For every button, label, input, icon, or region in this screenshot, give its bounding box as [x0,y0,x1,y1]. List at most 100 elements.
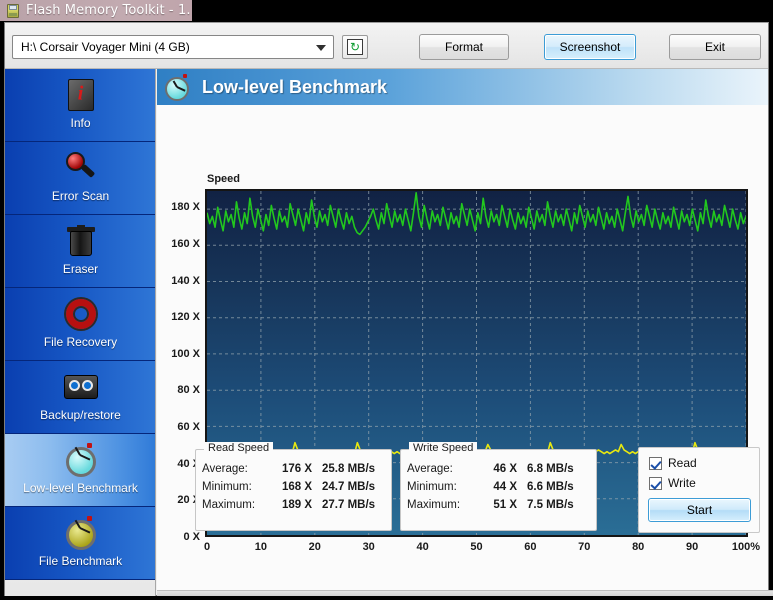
y-tick-label: 80 X [177,384,200,397]
statistics-area: Read Speed Average: 176 X 25.8 MB/s Mini… [157,437,768,537]
magnifier-icon [60,148,102,188]
sidebar-item-label: Info [70,116,91,130]
window-title: Flash Memory Toolkit - 1. [26,3,191,18]
table-row: Minimum: 168 X 24.7 MB/s [202,478,375,496]
read-speed-group: Read Speed Average: 176 X 25.8 MB/s Mini… [195,442,392,531]
x-tick-label: 0 [203,541,211,553]
x-tick-label: 10 [254,541,268,553]
stopwatch-cyan-icon [165,73,191,101]
life-ring-icon [60,294,102,334]
x-tick-label: 70 [578,541,591,553]
content-panel: Low-level Benchmark Speed 0 X 20 X 40 X 60 … [157,69,773,596]
status-bar [157,590,773,596]
flash-drive-icon [6,3,20,18]
read-checkbox-row[interactable]: Read [649,456,697,470]
y-tick-label: 60 X [177,421,200,434]
refresh-button[interactable]: ↻ [342,35,368,59]
row-label: Average: [202,463,248,475]
start-button[interactable]: Start [648,498,751,522]
row-label: Maximum: [407,499,461,511]
application-window: Flash Memory Toolkit - 1. H:\ Corsair Vo… [0,0,773,600]
x-tick-label: 30 [362,541,375,553]
y-tick-label: 120 X [171,311,200,324]
sidebar-item-error-scan[interactable]: Error Scan [5,142,155,215]
write-checkbox[interactable] [649,476,662,490]
sidebar-item-label: File Recovery [43,335,118,349]
screenshot-button[interactable]: Screenshot [544,34,636,60]
stopwatch-yellow-icon [60,513,102,553]
sidebar-item-low-level-benchmark[interactable]: Low-level Benchmark [5,434,155,507]
write-speed-legend: Write Speed [409,442,478,454]
row-mbs-value: 25.8 MB/s [322,463,376,475]
panel-header: Low-level Benchmark [157,69,768,105]
sidebar-item-label: File Benchmark [38,554,123,568]
read-checkbox-label: Read [668,456,697,470]
sidebar-item-backup-restore[interactable]: Backup/restore [5,361,155,434]
chevron-down-icon [316,45,326,51]
x-tick-label: 80 [632,541,645,553]
format-button[interactable]: Format [419,34,509,60]
table-row: Average: 46 X 6.8 MB/s [407,460,574,478]
cassette-tape-icon [60,367,102,407]
y-tick-label: 180 X [171,201,200,214]
write-checkbox-row[interactable]: Write [649,476,696,490]
x-tick-label: 100% [731,541,761,553]
y-tick-label: 160 X [171,237,200,250]
row-x-value: 189 X [281,499,312,511]
row-label: Minimum: [202,481,252,493]
drive-select-dropdown[interactable]: H:\ Corsair Voyager Mini (4 GB) [12,35,334,59]
toolbar: H:\ Corsair Voyager Mini (4 GB) ↻ Format… [5,23,768,69]
read-checkbox[interactable] [649,456,662,470]
stopwatch-cyan-icon [60,440,102,480]
row-mbs-value: 27.7 MB/s [322,499,376,511]
info-document-icon [60,75,102,115]
sidebar: Info Error Scan Eraser File Recovery [5,69,156,596]
x-tick-label: 50 [470,541,483,553]
x-tick-label: 20 [308,541,321,553]
main-window: H:\ Corsair Voyager Mini (4 GB) ↻ Format… [4,22,773,596]
table-row: Maximum: 51 X 7.5 MB/s [407,496,574,514]
row-x-value: 51 X [493,499,517,511]
x-tick-label: 90 [685,541,699,553]
sidebar-item-file-benchmark[interactable]: File Benchmark [5,507,155,580]
read-speed-table: Average: 176 X 25.8 MB/s Minimum: 168 X … [202,460,375,514]
row-mbs-value: 6.6 MB/s [527,481,574,493]
sidebar-item-label: Backup/restore [40,408,121,422]
row-x-value: 46 X [493,463,517,475]
exit-button[interactable]: Exit [669,34,761,60]
sidebar-item-info[interactable]: Info [5,69,155,142]
sidebar-item-label: Error Scan [51,189,110,203]
row-mbs-value: 7.5 MB/s [527,499,574,511]
drive-select-value: H:\ Corsair Voyager Mini (4 GB) [21,40,190,54]
run-controls: Read Write Start [638,447,760,533]
table-row: Average: 176 X 25.8 MB/s [202,460,375,478]
chart-x-tick-labels: 0 10 20 30 40 50 60 70 80 90 100% [157,541,768,557]
sidebar-item-label: Eraser [62,262,99,276]
row-mbs-value: 24.7 MB/s [322,481,376,493]
y-tick-label: 140 X [171,274,200,287]
table-row: Minimum: 44 X 6.6 MB/s [407,478,574,496]
x-tick-label: 60 [524,541,537,553]
write-speed-group: Write Speed Average: 46 X 6.8 MB/s Minim… [400,442,597,531]
row-label: Maximum: [202,499,256,511]
row-x-value: 44 X [493,481,517,493]
row-x-value: 176 X [281,463,312,475]
write-speed-table: Average: 46 X 6.8 MB/s Minimum: 44 X 6.6… [407,460,574,514]
page-title: Low-level Benchmark [202,76,388,97]
row-label: Average: [407,463,453,475]
benchmark-chart: Speed 0 X 20 X 40 X 60 X 80 X 100 X 120 X 140 X… [157,105,768,553]
row-mbs-value: 6.8 MB/s [527,463,574,475]
title-bar-clipped-area [192,0,773,22]
refresh-icon: ↻ [347,39,363,55]
sidebar-item-label: Low-level Benchmark [23,481,138,495]
trash-can-icon [60,221,102,261]
row-label: Minimum: [407,481,457,493]
sidebar-item-eraser[interactable]: Eraser [5,215,155,288]
sidebar-item-file-recovery[interactable]: File Recovery [5,288,155,361]
sidebar-empty-area [5,580,155,596]
y-tick-label: 100 X [171,347,200,360]
read-speed-legend: Read Speed [204,442,274,454]
write-checkbox-label: Write [668,476,696,490]
chart-y-axis-title: Speed [207,173,241,185]
row-x-value: 168 X [281,481,312,493]
